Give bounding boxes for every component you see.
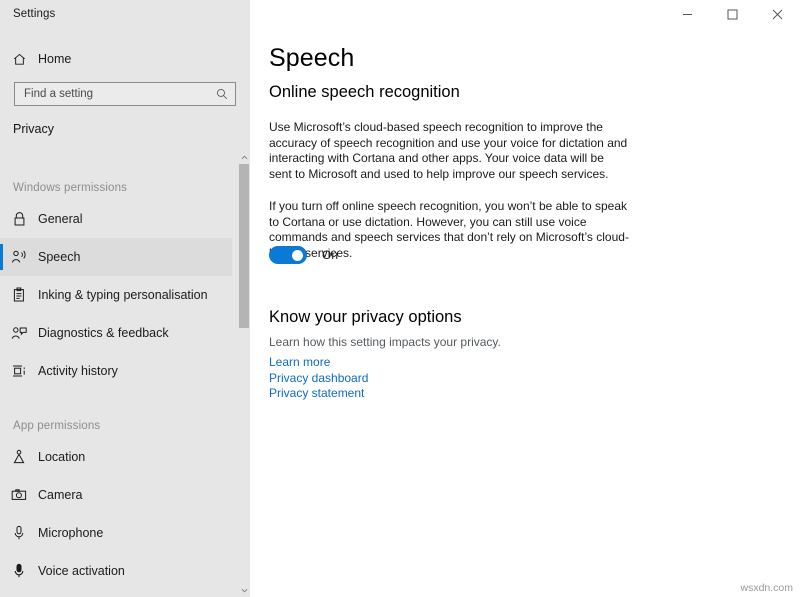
minimize-button[interactable] — [665, 0, 710, 28]
app-title: Settings — [0, 8, 55, 20]
selection-indicator — [0, 244, 3, 270]
sidebar-item-diagnostics-feedback-label: Diagnostics & feedback — [38, 326, 169, 340]
section-heading-know-your-privacy-options: Know your privacy options — [269, 308, 462, 327]
sidebar-group-app-permissions-title: App permissions — [0, 420, 250, 432]
selection-indicator — [0, 558, 3, 584]
sidebar-item-speech-label: Speech — [38, 250, 80, 264]
camera-icon — [0, 488, 38, 502]
person-feedback-icon — [0, 325, 38, 341]
selection-indicator — [0, 320, 3, 346]
sidebar-item-speech[interactable]: Speech — [0, 238, 232, 276]
scrollbar-thumb[interactable] — [239, 164, 249, 328]
search-input[interactable] — [24, 88, 215, 100]
search-container — [14, 82, 236, 106]
section-heading-online-speech-recognition: Online speech recognition — [269, 83, 460, 102]
sidebar-item-camera-label: Camera — [38, 488, 82, 502]
sidebar-item-camera[interactable]: Camera — [0, 476, 232, 514]
sidebar-item-voice-activation[interactable]: Voice activation — [0, 552, 232, 590]
voice-activation-icon — [0, 563, 38, 579]
settings-window: Settings Home — [0, 0, 800, 597]
link-privacy-dashboard[interactable]: Privacy dashboard — [269, 371, 368, 387]
toggle-knob — [292, 250, 303, 261]
privacy-links: Learn more Privacy dashboard Privacy sta… — [269, 355, 368, 402]
main-content: Speech Online speech recognition Use Mic… — [250, 0, 800, 597]
window-controls — [250, 0, 800, 28]
sidebar-item-inking-typing-personalisation-label: Inking & typing personalisation — [38, 288, 208, 302]
title-bar-left: Settings — [0, 0, 250, 28]
speech-person-icon — [0, 249, 38, 265]
online-speech-recognition-toggle-row: On — [269, 246, 338, 264]
location-pin-icon — [0, 449, 38, 465]
selection-indicator — [0, 358, 3, 384]
sidebar-group-windows-permissions-title: Windows permissions — [0, 182, 250, 194]
search-box[interactable] — [14, 82, 236, 106]
sidebar-item-home[interactable]: Home — [0, 45, 230, 73]
sidebar-item-activity-history[interactable]: Activity history — [0, 352, 232, 390]
sidebar-item-microphone[interactable]: Microphone — [0, 514, 232, 552]
chevron-down-icon[interactable] — [238, 583, 250, 597]
sidebar-item-location[interactable]: Location — [0, 438, 232, 476]
selection-indicator — [0, 482, 3, 508]
sidebar-item-voice-activation-label: Voice activation — [38, 564, 125, 578]
activity-history-icon — [0, 363, 38, 379]
selection-indicator — [0, 520, 3, 546]
microphone-icon — [0, 525, 38, 541]
selection-indicator — [0, 206, 3, 232]
page-title: Speech — [269, 44, 354, 73]
selection-indicator — [0, 444, 3, 470]
link-learn-more[interactable]: Learn more — [269, 355, 368, 371]
sidebar-category-title: Privacy — [13, 122, 54, 136]
sidebar-item-general[interactable]: General — [0, 200, 232, 238]
sidebar-scrollbar[interactable] — [238, 150, 250, 597]
sidebar-item-general-label: General — [38, 212, 82, 226]
sidebar-item-inking-typing-personalisation[interactable]: Inking & typing personalisation — [0, 276, 232, 314]
sidebar-item-activity-history-label: Activity history — [38, 364, 118, 378]
toggle-state-label: On — [322, 248, 338, 262]
online-speech-recognition-paragraph-1: Use Microsoft’s cloud-based speech recog… — [269, 120, 629, 182]
maximize-button[interactable] — [710, 0, 755, 28]
sidebar-item-location-label: Location — [38, 450, 85, 464]
chevron-up-icon[interactable] — [238, 150, 250, 164]
selection-indicator — [0, 282, 3, 308]
online-speech-recognition-toggle[interactable] — [269, 246, 307, 264]
sidebar: Home Privacy Windows permissions — [0, 0, 250, 597]
search-icon[interactable] — [215, 88, 229, 100]
clipboard-icon — [0, 287, 38, 303]
sidebar-item-home-label: Home — [38, 52, 71, 66]
privacy-options-description: Learn how this setting impacts your priv… — [269, 335, 501, 349]
watermark: wsxdn.com — [740, 582, 793, 594]
sidebar-item-diagnostics-feedback[interactable]: Diagnostics & feedback — [0, 314, 232, 352]
sidebar-item-microphone-label: Microphone — [38, 526, 103, 540]
sidebar-nav: Windows permissions General — [0, 150, 250, 597]
lock-icon — [0, 211, 38, 227]
close-button[interactable] — [755, 0, 800, 28]
home-icon — [0, 52, 38, 67]
link-privacy-statement[interactable]: Privacy statement — [269, 386, 368, 402]
title-bar: Settings — [0, 0, 800, 28]
